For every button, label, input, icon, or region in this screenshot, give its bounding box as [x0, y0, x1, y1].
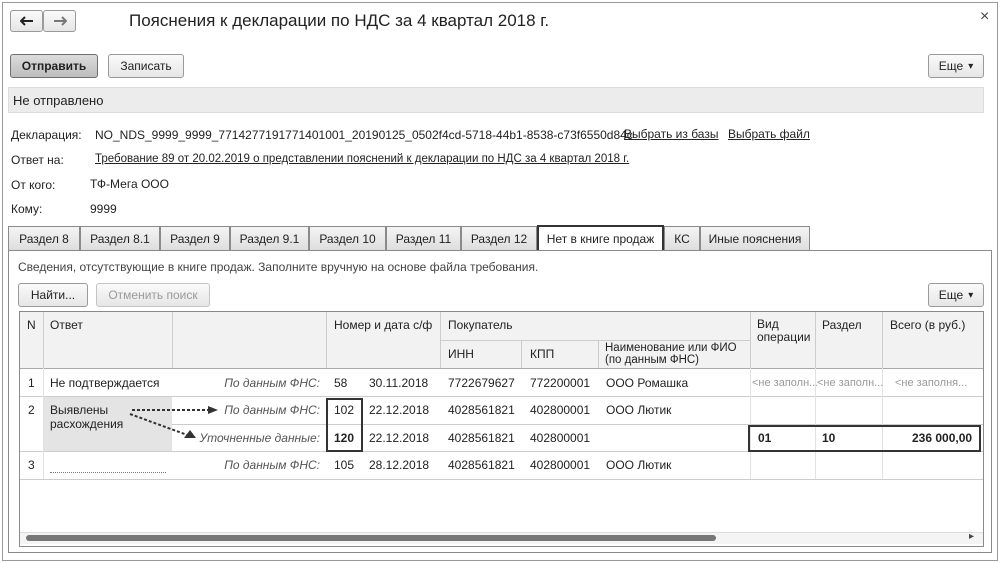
row-source: По данным ФНС: — [224, 376, 320, 390]
row-invoice-num: 58 — [334, 376, 348, 390]
row-n: 1 — [28, 376, 35, 390]
answer-empty-input[interactable] — [50, 472, 166, 473]
status-text: Не отправлено — [13, 93, 104, 108]
scrollbar-thumb[interactable] — [26, 535, 716, 541]
to-value: 9999 — [90, 202, 117, 216]
from-value: ТФ-Мега ООО — [90, 177, 169, 191]
row-n: 3 — [28, 458, 35, 472]
more-label: Еще — [938, 59, 964, 73]
row-kpp: 402800001 — [530, 458, 591, 472]
tab-section-12[interactable]: Раздел 12 — [461, 226, 537, 250]
refined-data-highlight — [748, 425, 981, 452]
tab-section-8-1[interactable]: Раздел 8.1 — [80, 226, 160, 250]
select-from-db-link[interactable]: Выбрать из базы — [624, 127, 718, 141]
row-section: <не заполн... — [817, 377, 884, 389]
row-answer: Не подтверждается — [50, 376, 160, 390]
from-label: От кого: — [11, 178, 56, 192]
arrow-left-icon — [19, 16, 33, 26]
select-file-link[interactable]: Выбрать файл — [728, 127, 810, 141]
row-inn: 4028561821 — [448, 403, 515, 417]
forward-button[interactable] — [43, 10, 76, 32]
row-inn: 4028561821 — [448, 431, 515, 445]
chevron-down-icon: ▾ — [968, 289, 974, 301]
row-kpp: 402800001 — [530, 403, 591, 417]
cancel-search-button[interactable]: Отменить поиск — [96, 283, 210, 307]
header-inn: ИНН — [448, 347, 474, 361]
header-op-type: Вид операции — [757, 317, 811, 344]
send-button[interactable]: Отправить — [10, 54, 98, 78]
tab-section-11[interactable]: Раздел 11 — [386, 226, 461, 250]
scroll-right-icon[interactable]: ▸ — [969, 531, 974, 542]
tab-other-explanations[interactable]: Иные пояснения — [700, 226, 810, 250]
arrow-right-icon — [53, 16, 67, 26]
find-button[interactable]: Найти... — [18, 283, 88, 307]
header-kpp: КПП — [530, 347, 555, 361]
row-op-type: <не заполн... — [752, 377, 819, 389]
header-name: Наименование или ФИО (по данным ФНС) — [605, 342, 737, 366]
row-name: ООО Ромашка — [606, 376, 689, 390]
row-inn: 4028561821 — [448, 458, 515, 472]
header-invoice: Номер и дата с/ф — [334, 318, 433, 332]
row-invoice-date: 22.12.2018 — [369, 431, 430, 445]
reply-link[interactable]: Требование 89 от 20.02.2019 о представле… — [95, 153, 629, 165]
save-button[interactable]: Записать — [108, 54, 184, 78]
annotation-arrows — [129, 406, 218, 438]
panel-more-label: Еще — [938, 288, 964, 302]
header-section: Раздел — [822, 318, 862, 332]
header-total: Всего (в руб.) — [890, 318, 966, 332]
row-total: <не заполня... — [895, 377, 968, 389]
row-invoice-date: 28.12.2018 — [369, 458, 430, 472]
row-inn: 7722679627 — [448, 376, 515, 390]
header-n: N — [27, 318, 36, 332]
to-label: Кому: — [11, 202, 43, 216]
row-n: 2 — [28, 403, 35, 417]
declaration-value: NO_NDS_9999_9999_7714277191771401001_201… — [95, 128, 633, 142]
tab-section-8[interactable]: Раздел 8 — [8, 226, 80, 250]
row-name: ООО Лютик — [606, 403, 672, 417]
tab-section-9-1[interactable]: Раздел 9.1 — [230, 226, 309, 250]
tab-section-9[interactable]: Раздел 9 — [160, 226, 230, 250]
panel-info-text: Сведения, отсутствующие в книге продаж. … — [18, 260, 539, 274]
header-buyer: Покупатель — [448, 318, 513, 332]
reply-label: Ответ на: — [11, 153, 64, 167]
tab-section-10[interactable]: Раздел 10 — [309, 226, 386, 250]
header-answer: Ответ — [50, 318, 83, 332]
row-kpp: 772200001 — [530, 376, 591, 390]
window-title: Пояснения к декларации по НДС за 4 кварт… — [129, 11, 550, 30]
tab-not-in-sales-book[interactable]: Нет в книге продаж — [537, 225, 664, 251]
close-icon[interactable]: × — [980, 8, 989, 26]
row-source: По данным ФНС: — [224, 458, 320, 472]
row-name: ООО Лютик — [606, 458, 672, 472]
row-invoice-date: 30.11.2018 — [369, 376, 429, 390]
panel-more-button[interactable]: Еще ▾ — [928, 283, 984, 307]
more-button[interactable]: Еще ▾ — [928, 54, 984, 78]
chevron-down-icon: ▾ — [968, 60, 974, 72]
declaration-label: Декларация: — [11, 128, 82, 142]
row-invoice-num: 105 — [334, 458, 355, 472]
row-invoice-date: 22.12.2018 — [369, 403, 430, 417]
back-button[interactable] — [10, 10, 43, 32]
row-kpp: 402800001 — [530, 431, 591, 445]
status-bar — [8, 87, 984, 113]
tab-ks[interactable]: КС — [664, 226, 700, 250]
